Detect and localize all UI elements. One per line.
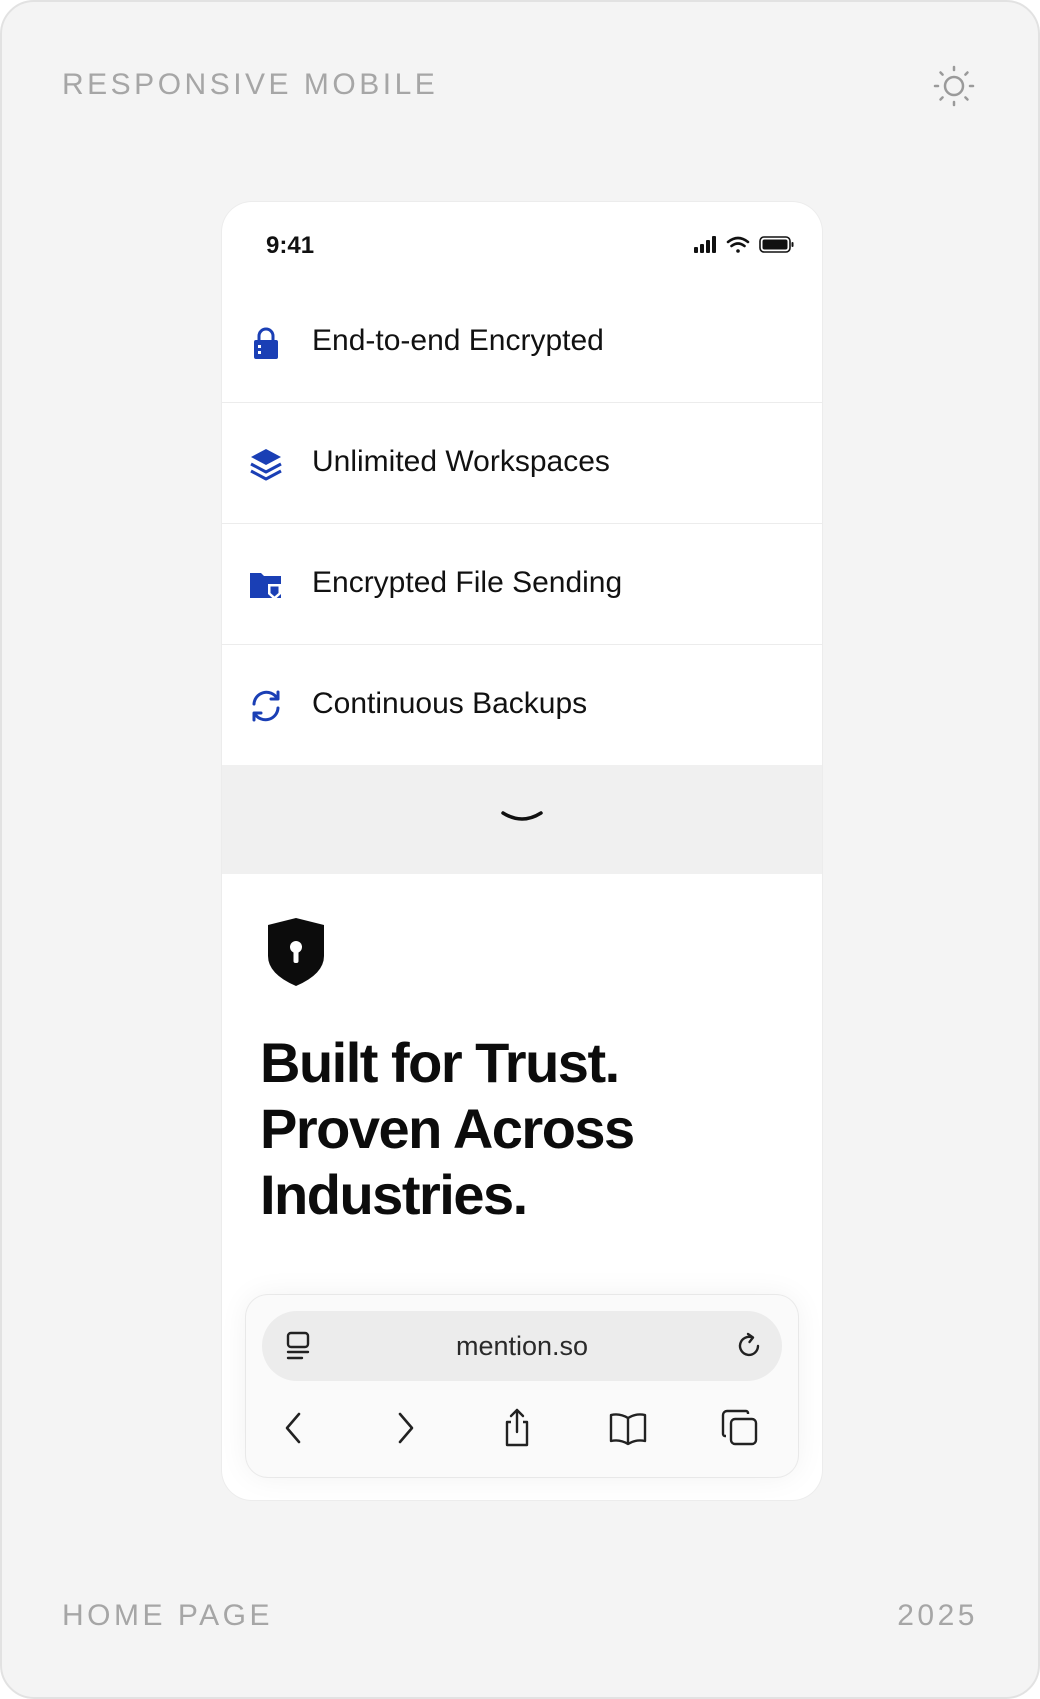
folder-shield-icon [250, 573, 281, 600]
headline-line: Proven Across [260, 1097, 635, 1160]
feature-item-backups[interactable]: Continuous Backups [222, 645, 822, 766]
section-label: RESPONSIVE MOBILE [62, 68, 439, 101]
status-time: 9:41 [266, 232, 315, 259]
chevron-down-icon [501, 811, 543, 821]
feature-item-file-sending[interactable]: Encrypted File Sending [222, 524, 822, 645]
feature-label: End-to-end Encrypted [312, 324, 604, 357]
wifi-icon [726, 236, 750, 253]
presentation-card: RESPONSIVE MOBILE 9:41 End-to-end Encryp… [0, 0, 1040, 1699]
tabs-icon[interactable] [720, 1408, 760, 1448]
shield-keyhole-icon [268, 918, 324, 986]
bookmarks-icon[interactable] [608, 1408, 648, 1448]
headline-line: Built for Trust. [260, 1031, 620, 1094]
battery-icon [759, 236, 794, 253]
url-text: mention.so [455, 1331, 589, 1361]
back-icon[interactable] [274, 1408, 314, 1448]
year-label: 2025 [897, 1599, 978, 1632]
forward-icon[interactable] [385, 1408, 425, 1448]
feature-label: Encrypted File Sending [312, 566, 623, 599]
feature-item-workspaces[interactable]: Unlimited Workspaces [222, 403, 822, 524]
hero-headline: Built for Trust. Proven Across Industrie… [260, 1030, 780, 1228]
headline-line: Industries. [260, 1163, 528, 1226]
feature-label: Continuous Backups [312, 687, 588, 720]
feature-item-encrypted[interactable]: End-to-end Encrypted [222, 282, 822, 403]
address-bar[interactable]: mention.so [262, 1311, 782, 1381]
layers-icon [250, 449, 282, 481]
signal-icon [694, 236, 716, 253]
expand-toggle[interactable] [222, 765, 822, 874]
page-name-label: HOME PAGE [62, 1599, 273, 1632]
sun-icon[interactable] [932, 64, 976, 108]
share-icon[interactable] [497, 1408, 537, 1448]
reload-icon[interactable] [734, 1331, 764, 1361]
feature-label: Unlimited Workspaces [312, 445, 610, 478]
mobile-screen: 9:41 End-to-end Encrypted Unlimited Work… [222, 202, 822, 1500]
sync-icon [252, 690, 280, 722]
browser-chrome: mention.so [246, 1295, 798, 1477]
status-bar: 9:41 [222, 202, 822, 292]
lock-icon [254, 327, 278, 359]
status-icons [694, 236, 794, 253]
